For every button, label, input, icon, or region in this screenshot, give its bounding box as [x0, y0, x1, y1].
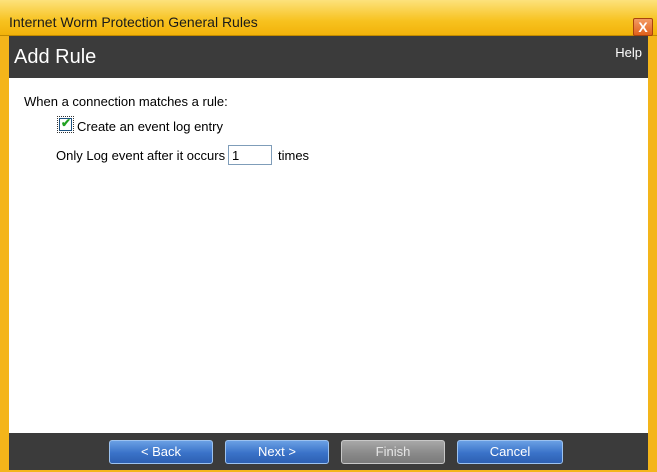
- finish-button: Finish: [341, 440, 445, 464]
- button-bar: < Back Next > Finish Cancel: [0, 433, 657, 472]
- help-link[interactable]: Help: [615, 45, 642, 60]
- log-entry-label[interactable]: Create an event log entry: [77, 119, 223, 134]
- intro-text: When a connection matches a rule:: [24, 94, 228, 109]
- log-entry-checkbox[interactable]: ✔: [57, 116, 74, 133]
- dialog-window: Internet Worm Protection General Rules X…: [0, 0, 657, 472]
- times-label: times: [278, 148, 310, 163]
- page-title: Add Rule: [14, 46, 97, 68]
- frame-right-border: [648, 78, 657, 433]
- back-button[interactable]: < Back: [109, 440, 213, 464]
- occurs-count-input[interactable]: [228, 145, 272, 165]
- window-title: Internet Worm Protection General Rules: [9, 14, 258, 30]
- checkmark-icon: ✔: [61, 116, 72, 130]
- cancel-button[interactable]: Cancel: [457, 440, 563, 464]
- page-header: Add Rule Help: [0, 36, 657, 78]
- next-button[interactable]: Next >: [225, 440, 329, 464]
- close-button[interactable]: X: [633, 18, 653, 36]
- frame-left-border: [0, 78, 9, 433]
- close-icon: X: [638, 19, 648, 35]
- occurs-label: Only Log event after it occurs: [56, 148, 226, 163]
- title-bar[interactable]: Internet Worm Protection General Rules X: [0, 0, 657, 36]
